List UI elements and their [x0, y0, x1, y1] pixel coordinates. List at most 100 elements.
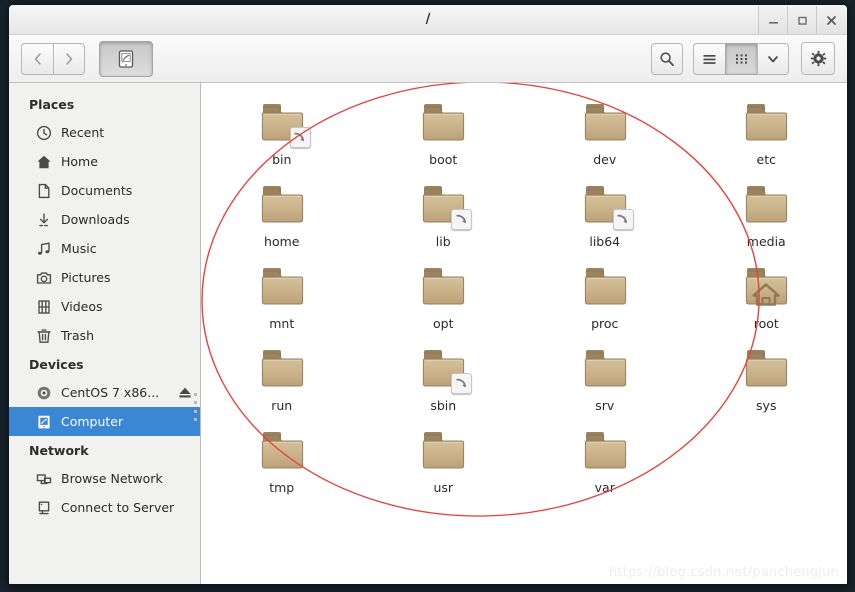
disc-icon: [37, 386, 50, 399]
sidebar-item-videos[interactable]: Videos: [9, 292, 200, 321]
file-item[interactable]: var: [524, 423, 686, 495]
file-item-label: etc: [756, 152, 776, 167]
file-item[interactable]: sys: [686, 341, 848, 413]
sidebar: Places Recent Home Documents Downloads Music P…: [9, 83, 201, 584]
sidebar-item-label: Documents: [61, 183, 133, 198]
maximize-icon: [797, 16, 807, 25]
folder-icon: [258, 428, 306, 474]
file-item[interactable]: proc: [524, 259, 686, 331]
file-item[interactable]: run: [201, 341, 363, 413]
list-view-icon: [703, 54, 716, 64]
file-item-label: sys: [756, 398, 777, 413]
folder-icon: [419, 346, 473, 394]
file-item[interactable]: etc: [686, 95, 848, 167]
view-options-dropdown-button[interactable]: [757, 42, 789, 75]
folder-icon: [258, 346, 306, 392]
file-item[interactable]: bin: [201, 95, 363, 167]
search-button[interactable]: [651, 42, 683, 75]
file-item[interactable]: srv: [524, 341, 686, 413]
file-item[interactable]: home: [201, 177, 363, 249]
folder-icon: [419, 182, 473, 230]
folder-glyph: [423, 432, 465, 469]
file-item-label: proc: [591, 316, 619, 331]
sidebar-item-downloads[interactable]: Downloads: [9, 205, 200, 234]
sidebar-item-documents[interactable]: Documents: [9, 176, 200, 205]
folder-glyph: [261, 350, 303, 387]
symlink-arrow-icon: [617, 214, 628, 223]
back-button[interactable]: [21, 42, 53, 75]
settings-button[interactable]: [801, 42, 835, 75]
sidebar-item-trash[interactable]: Trash: [9, 321, 200, 350]
sidebar-item-label: Trash: [61, 328, 95, 343]
sidebar-item-label: Music: [61, 241, 97, 256]
file-item[interactable]: root: [686, 259, 848, 331]
folder-icon: [258, 264, 306, 310]
folder-glyph: [584, 268, 626, 305]
disc-icon: [35, 385, 52, 401]
path-bar-button-computer[interactable]: [99, 40, 153, 77]
sidebar-item-recent[interactable]: Recent: [9, 118, 200, 147]
sidebar-item-pictures[interactable]: Pictures: [9, 263, 200, 292]
file-item[interactable]: opt: [363, 259, 525, 331]
folder-glyph: [261, 268, 303, 305]
grid-view-button[interactable]: [725, 42, 757, 75]
sidebar-item-centos-7-x86[interactable]: CentOS 7 x86...: [9, 378, 200, 407]
sidebar-item-label: CentOS 7 x86...: [61, 385, 160, 400]
eject-icon[interactable]: [178, 385, 192, 400]
folder-icon: [742, 100, 790, 146]
folder-icon: [419, 100, 467, 146]
sidebar-item-home[interactable]: Home: [9, 147, 200, 176]
maximize-button[interactable]: [788, 6, 817, 34]
file-item[interactable]: lib: [363, 177, 525, 249]
folder-glyph: [423, 268, 465, 305]
file-item-label: media: [746, 234, 786, 249]
file-item[interactable]: tmp: [201, 423, 363, 495]
file-item[interactable]: dev: [524, 95, 686, 167]
file-item[interactable]: sbin: [363, 341, 525, 413]
music-icon: [35, 241, 52, 257]
forward-button[interactable]: [53, 42, 85, 75]
clock-icon: [35, 125, 52, 141]
sidebar-section-header: Network: [29, 443, 89, 458]
file-item[interactable]: mnt: [201, 259, 363, 331]
symlink-arrow-icon: [456, 214, 466, 223]
sidebar-item-label: Home: [61, 154, 98, 169]
file-item-label: usr: [433, 480, 454, 495]
sidebar-section-header: Devices: [29, 357, 84, 372]
server-icon: [35, 500, 52, 516]
sidebar-item-music[interactable]: Music: [9, 234, 200, 263]
folder-glyph: [261, 186, 303, 223]
folder-icon: [581, 100, 629, 146]
file-item-label: opt: [433, 316, 454, 331]
chevron-left-icon: [34, 52, 41, 65]
minimize-button[interactable]: [759, 6, 788, 34]
file-item-label: sbin: [430, 398, 457, 413]
file-item[interactable]: lib64: [524, 177, 686, 249]
sidebar-item-label: Pictures: [61, 270, 111, 285]
symlink-badge-icon: [451, 373, 473, 394]
symlink-arrow-icon: [456, 378, 466, 387]
folder-glyph: [584, 432, 626, 469]
sidebar-item-computer[interactable]: Computer: [9, 407, 200, 436]
clock-icon: [36, 125, 51, 140]
folder-glyph: [584, 104, 626, 141]
folder-icon: [419, 264, 467, 310]
file-item[interactable]: boot: [363, 95, 525, 167]
camera-icon: [36, 271, 51, 284]
folder-glyph: [746, 350, 788, 387]
list-view-button[interactable]: [693, 42, 725, 75]
file-item-label: tmp: [269, 480, 295, 495]
file-item[interactable]: usr: [363, 423, 525, 495]
watermark-text: https://blog.csdn.net/panchengjun: [608, 565, 839, 580]
file-item[interactable]: media: [686, 177, 848, 249]
camera-icon: [35, 270, 52, 286]
sidebar-item-browse-network[interactable]: Browse Network: [9, 464, 200, 493]
folder-icon: [419, 428, 467, 474]
symlink-badge-icon: [612, 209, 634, 230]
sidebar-item-connect-to-server[interactable]: Connect to Server: [9, 493, 200, 522]
file-list-view[interactable]: bin boot dev etc home lib lib64 media mnt opt proc…: [201, 83, 847, 584]
close-button[interactable]: [817, 6, 846, 34]
folder-glyph: [261, 432, 303, 469]
document-icon: [35, 183, 52, 199]
sidebar-resize-grip[interactable]: [194, 393, 198, 421]
